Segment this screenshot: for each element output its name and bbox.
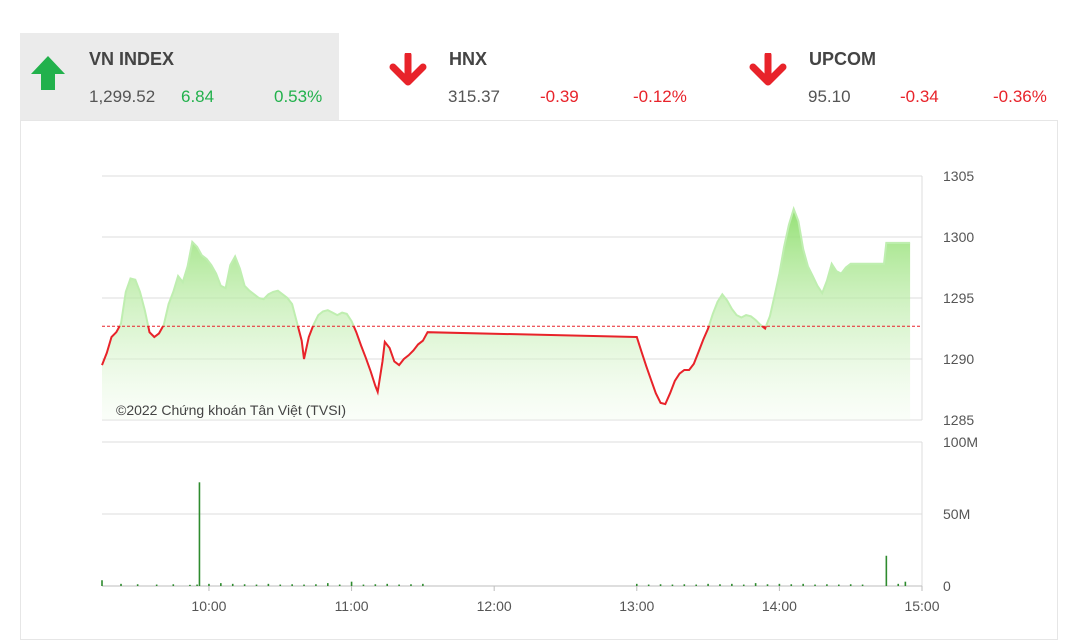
volume-bar [778,583,781,586]
time-tick-label: 13:00 [619,598,654,614]
volume-bar [849,584,852,586]
volume-bars [101,482,907,586]
volume-bar [279,584,282,586]
volume-bar [315,584,317,586]
volume-bar [635,583,638,586]
price-tick-label: 1285 [943,412,974,428]
volume-bar [904,581,907,586]
price-y-axis: 1305 1300 1295 1290 1285 [943,168,974,428]
volume-bar [647,584,650,586]
volume-bar [742,584,745,586]
price-tick-label: 1305 [943,168,974,184]
price-tick-label: 1295 [943,290,974,306]
intraday-chart: ©2022 Chứng khoán Tân Việt (TVSI) 130513… [101,168,978,614]
volume-bar [362,584,365,586]
price-tick-label: 1300 [943,229,974,245]
volume-bar [243,584,246,586]
volume-bar [422,583,424,586]
volume-bar [695,584,698,586]
volume-tick-label: 50M [943,506,970,522]
volume-grid [102,441,923,587]
volume-bar [719,584,721,586]
volume-bar [838,584,840,586]
volume-bar [861,584,864,586]
volume-bar [198,482,201,586]
time-tick-label: 14:00 [762,598,797,614]
volume-bar [172,584,175,586]
time-tick-label: 10:00 [191,598,226,614]
volume-bar [326,583,329,586]
volume-bar [802,583,804,586]
volume-y-axis: 100M 50M 0 [943,434,978,594]
volume-tick-label: 0 [943,578,951,594]
time-tick-label: 11:00 [335,598,369,614]
volume-bar [790,584,793,586]
volume-bar [220,583,222,586]
volume-bar [659,584,662,586]
volume-bar [683,584,686,586]
volume-bar [814,584,816,586]
price-tick-label: 1290 [943,351,974,367]
volume-bar [136,584,139,586]
volume-bar [196,584,198,586]
volume-bar [303,584,305,586]
volume-tick-label: 100M [943,434,978,450]
volume-bar [101,580,103,586]
volume-bar [671,584,674,586]
time-axis: 10:00 11:00 12:00 13:00 14:00 15:00 [191,586,940,614]
time-tick-label: 15:00 [904,598,939,614]
volume-bar [231,583,234,586]
watermark: ©2022 Chứng khoán Tân Việt (TVSI) [116,402,346,418]
volume-bar [189,584,191,586]
volume-bar [291,584,293,586]
volume-bar [374,584,377,586]
volume-bar [731,583,733,586]
volume-bar [398,584,400,586]
volume-bar [155,584,158,586]
time-tick-label: 12:00 [477,598,512,614]
volume-bar [255,584,258,586]
volume-bar [208,583,210,586]
volume-bar [707,583,709,586]
volume-bar [826,584,828,586]
volume-bar [267,583,270,586]
volume-bar [350,581,353,586]
volume-bar [897,583,900,586]
volume-bar [410,584,412,586]
volume-bar [338,584,341,586]
volume-bar [766,584,769,586]
volume-bar [885,555,888,586]
volume-bar [754,583,757,586]
price-area-fill [102,208,911,420]
volume-bar [386,583,389,586]
volume-bar [120,583,122,586]
